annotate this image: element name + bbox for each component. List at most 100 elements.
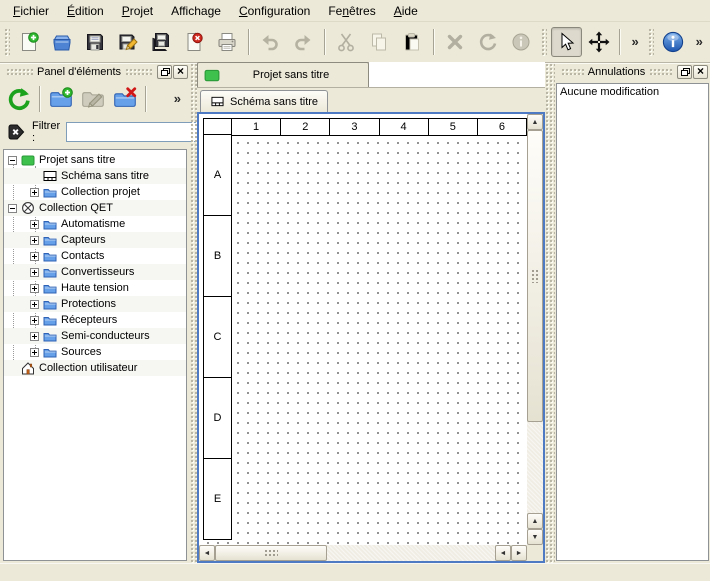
menu-edition[interactable]: Édition (58, 1, 113, 21)
vertical-scrollbar-track[interactable] (527, 422, 543, 513)
expand-expander[interactable] (30, 348, 39, 357)
toolbar-drag-handle[interactable] (648, 28, 654, 56)
selection-mode-button[interactable] (551, 27, 582, 57)
toolbar-drag-handle[interactable] (541, 28, 547, 56)
scroll-up-button[interactable] (527, 114, 543, 130)
new-document-button[interactable] (14, 27, 45, 57)
save-button[interactable] (80, 27, 111, 57)
redo-button[interactable] (288, 27, 319, 57)
diagram-canvas[interactable]: 1 2 3 4 5 6 A B C D E (199, 114, 527, 545)
scroll-down-button[interactable] (527, 529, 543, 545)
tree-item-contacts[interactable]: Contacts (4, 248, 186, 264)
information-button[interactable] (658, 27, 689, 57)
vertical-scrollbar[interactable] (527, 114, 543, 545)
tree-item-collection-utilisateur[interactable]: Collection utilisateur (4, 360, 186, 376)
save-as-icon (117, 31, 139, 53)
expand-expander[interactable] (30, 220, 39, 229)
edit-category-button[interactable] (78, 84, 108, 114)
panel-toolbar-overflow-chevron[interactable]: » (169, 85, 186, 113)
tree-item-collection-qet[interactable]: Collection QET (4, 200, 186, 216)
scrollbar-corner (527, 545, 543, 561)
undo-panel-titlebar[interactable]: Annulations (555, 63, 710, 80)
tree-item-collection-projet[interactable]: Collection projet (4, 184, 186, 200)
menu-projet[interactable]: Projet (113, 1, 162, 21)
left-dock-splitter[interactable] (190, 63, 197, 563)
pan-mode-button[interactable] (584, 27, 615, 57)
vertical-scrollbar-thumb[interactable] (527, 130, 543, 422)
element-information-button[interactable] (506, 27, 537, 57)
collapse-expander[interactable] (8, 204, 17, 213)
horizontal-scrollbar[interactable] (199, 545, 527, 561)
reload-collections-button[interactable] (4, 84, 34, 114)
tree-item-recepteurs[interactable]: Récepteurs (4, 312, 186, 328)
elements-panel: Panel d'éléments (0, 63, 190, 563)
paste-button[interactable] (397, 27, 428, 57)
scroll-left-button[interactable] (199, 545, 215, 561)
collapse-expander[interactable] (8, 156, 17, 165)
expand-expander[interactable] (30, 316, 39, 325)
undo-button[interactable] (255, 27, 286, 57)
toolbar-overflow-chevron[interactable]: » (691, 28, 708, 56)
expand-expander[interactable] (30, 188, 39, 197)
open-project-button[interactable] (47, 27, 78, 57)
copy-button[interactable] (364, 27, 395, 57)
menu-aide[interactable]: Aide (385, 1, 427, 21)
float-icon (161, 68, 169, 76)
toolbar-separator (248, 29, 250, 55)
tree-item-sources[interactable]: Sources (4, 344, 186, 360)
tree-item-automatisme[interactable]: Automatisme (4, 216, 186, 232)
float-panel-button[interactable] (157, 65, 172, 79)
expand-expander[interactable] (30, 268, 39, 277)
status-bar (0, 563, 710, 581)
expand-expander[interactable] (30, 284, 39, 293)
delete-button[interactable] (440, 27, 471, 57)
menu-bar: Fichier Édition Projet Affichage Configu… (0, 0, 710, 22)
right-dock-splitter[interactable] (545, 63, 555, 563)
clear-filter-button[interactable] (6, 122, 26, 142)
toolbar-separator (619, 29, 621, 55)
tree-item-projet-sans-titre[interactable]: Projet sans titre (4, 152, 186, 168)
float-icon (681, 68, 689, 76)
tree-item-protections[interactable]: Protections (4, 296, 186, 312)
folder-icon (43, 265, 57, 279)
tree-item-convertisseurs[interactable]: Convertisseurs (4, 264, 186, 280)
scroll-up-button[interactable] (527, 513, 543, 529)
close-document-button[interactable] (179, 27, 210, 57)
rotate-button[interactable] (473, 27, 504, 57)
tab-schema-sans-titre[interactable]: Schéma sans titre (200, 90, 328, 112)
save-as-button[interactable] (113, 27, 144, 57)
tree-item-schema-sans-titre[interactable]: Schéma sans titre (4, 168, 186, 184)
scroll-right-button[interactable] (511, 545, 527, 561)
tab-projet-sans-titre[interactable]: Projet sans titre (197, 62, 369, 87)
toolbar-overflow-chevron[interactable]: » (626, 28, 643, 56)
tree-item-capteurs[interactable]: Capteurs (4, 232, 186, 248)
tree-item-semi-conducteurs[interactable]: Semi-conducteurs (4, 328, 186, 344)
print-button[interactable] (212, 27, 243, 57)
close-panel-button[interactable] (693, 65, 708, 79)
diagram-row-headers: A B C D E (203, 135, 232, 545)
horizontal-scrollbar-thumb[interactable] (215, 545, 327, 561)
save-all-button[interactable] (146, 27, 177, 57)
undo-history-list[interactable]: Aucune modification (556, 83, 709, 561)
horizontal-scrollbar-track[interactable] (327, 545, 495, 561)
qet-logo-icon (21, 201, 35, 215)
menu-fenetres[interactable]: Fenêtres (319, 1, 384, 21)
menu-fichier[interactable]: Fichier (4, 1, 58, 21)
expand-expander[interactable] (30, 236, 39, 245)
menu-affichage[interactable]: Affichage (162, 1, 230, 21)
menu-configuration[interactable]: Configuration (230, 1, 319, 21)
close-panel-button[interactable] (173, 65, 188, 79)
delete-folder-icon (112, 86, 138, 112)
delete-category-button[interactable] (110, 84, 140, 114)
expand-expander[interactable] (30, 300, 39, 309)
new-category-button[interactable] (46, 84, 76, 114)
expand-expander[interactable] (30, 332, 39, 341)
tree-item-haute-tension[interactable]: Haute tension (4, 280, 186, 296)
toolbar-drag-handle[interactable] (4, 28, 10, 56)
scroll-left-button[interactable] (495, 545, 511, 561)
folder-icon (43, 345, 57, 359)
elements-panel-titlebar[interactable]: Panel d'éléments (0, 63, 190, 80)
expand-expander[interactable] (30, 252, 39, 261)
cut-button[interactable] (331, 27, 362, 57)
float-panel-button[interactable] (677, 65, 692, 79)
